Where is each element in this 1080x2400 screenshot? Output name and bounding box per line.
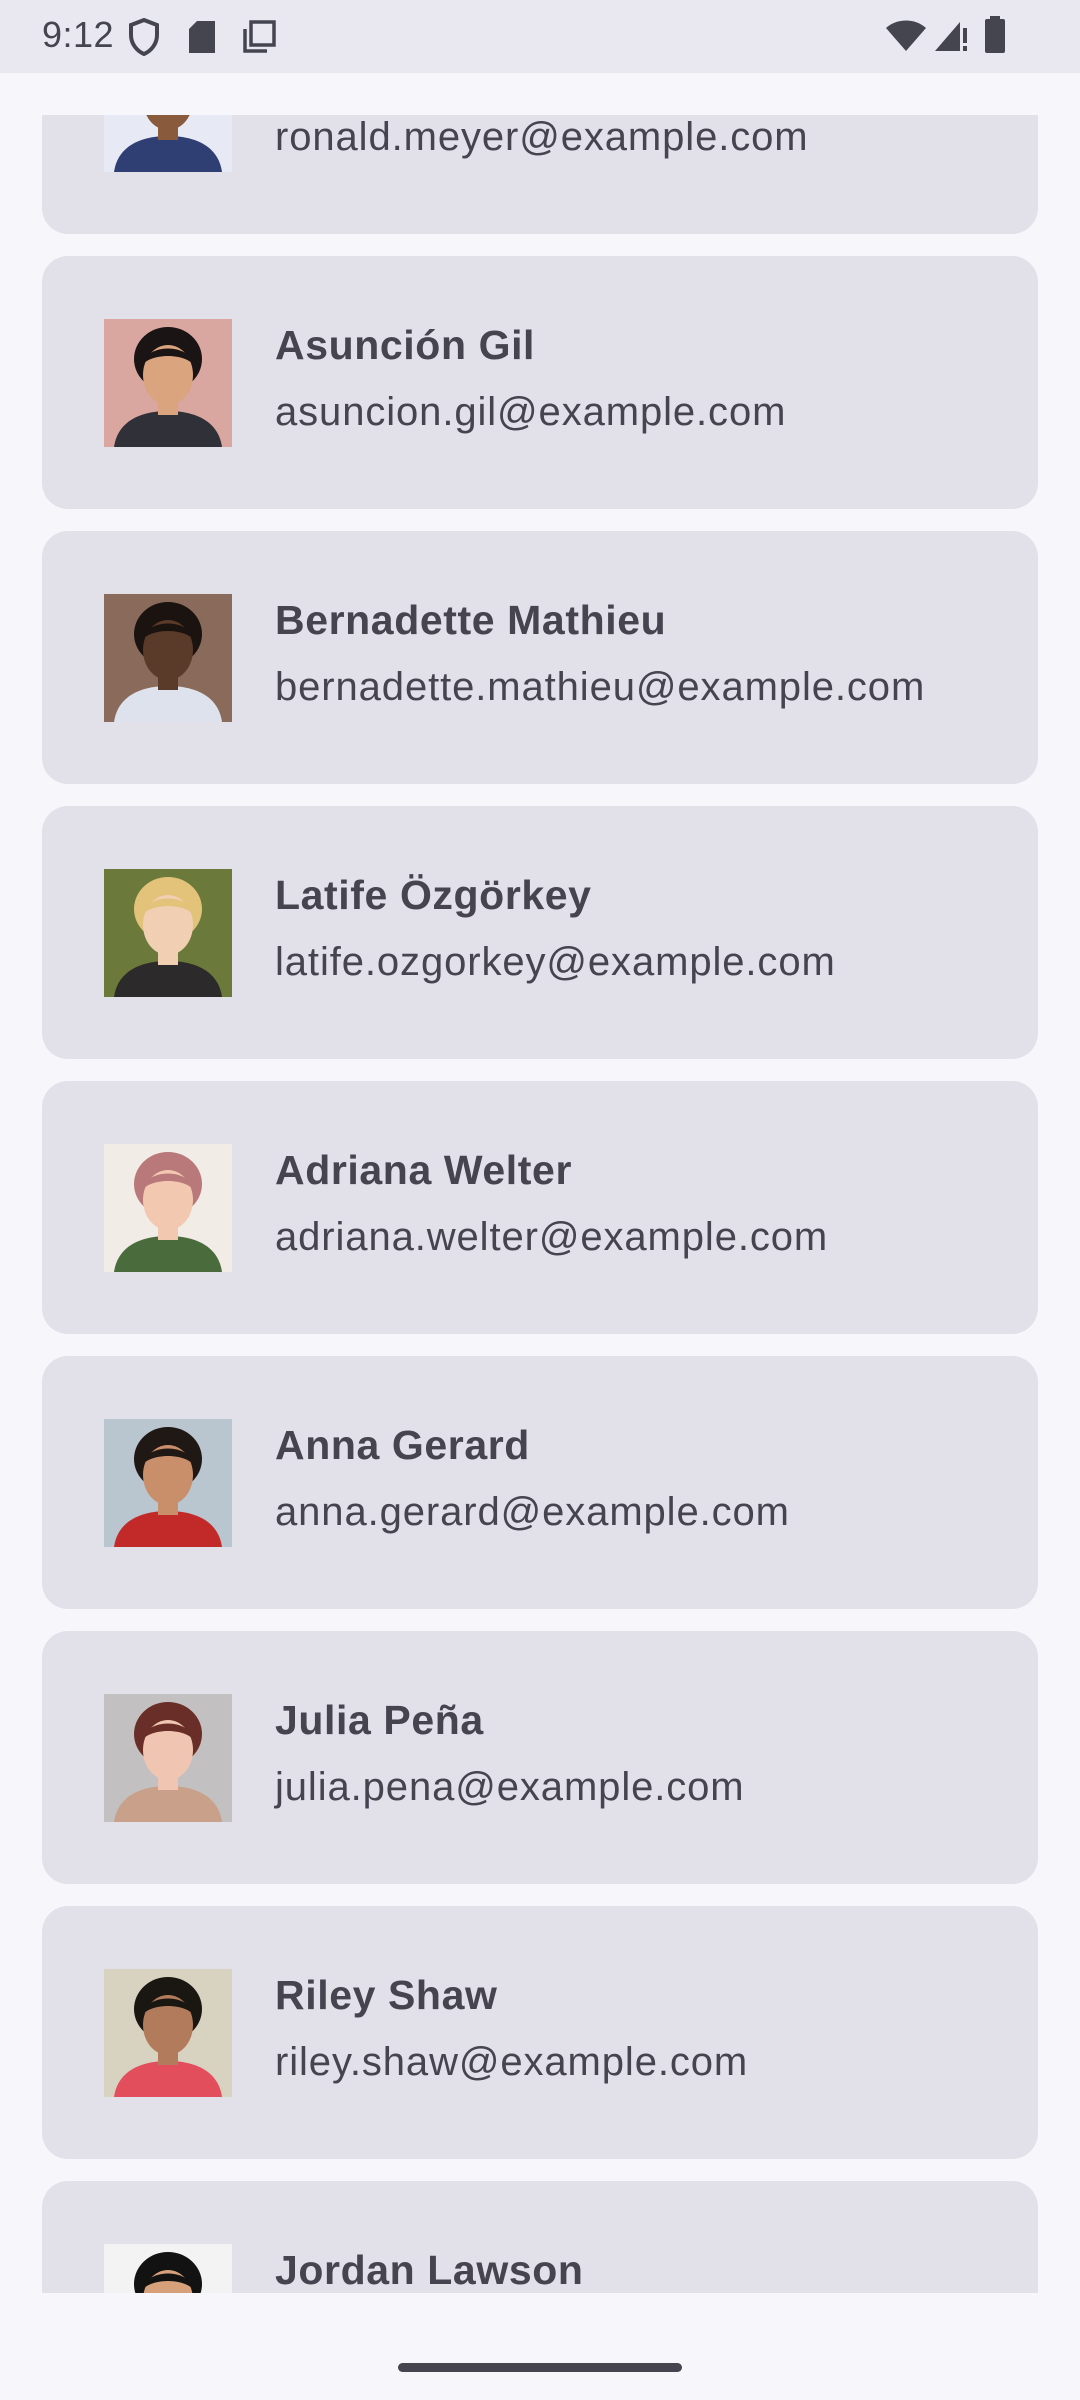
contact-name: Jordan Lawson bbox=[275, 2247, 584, 2293]
contact-card[interactable]: Jordan Lawson bbox=[42, 2181, 1038, 2293]
contact-email: riley.shaw@example.com bbox=[275, 2040, 749, 2084]
gesture-nav-handle[interactable] bbox=[398, 2363, 682, 2372]
battery-icon bbox=[984, 16, 1006, 59]
wifi-icon bbox=[886, 20, 926, 57]
contact-name: Julia Peña bbox=[275, 1697, 484, 1743]
avatar bbox=[104, 1969, 232, 2097]
contact-card[interactable]: Bernadette Mathieu bernadette.mathieu@exa… bbox=[42, 531, 1038, 784]
avatar bbox=[104, 115, 232, 172]
contact-card[interactable]: Adriana Welter adriana.welter@example.com bbox=[42, 1081, 1038, 1334]
contact-list[interactable]: ronald.meyer@example.com Asunción Gil asun… bbox=[0, 115, 1080, 2293]
avatar bbox=[104, 1144, 232, 1272]
contact-card[interactable]: Latife Özgörkey latife.ozgorkey@example.c… bbox=[42, 806, 1038, 1059]
contact-email: asuncion.gil@example.com bbox=[275, 390, 787, 434]
contact-email: julia.pena@example.com bbox=[275, 1765, 745, 1809]
contact-card[interactable]: Riley Shaw riley.shaw@example.com bbox=[42, 1906, 1038, 2159]
avatar bbox=[104, 319, 232, 447]
contact-card[interactable]: Asunción Gil asuncion.gil@example.com bbox=[42, 256, 1038, 509]
contact-email: bernadette.mathieu@example.com bbox=[275, 665, 926, 709]
contact-email: adriana.welter@example.com bbox=[275, 1215, 829, 1259]
avatar bbox=[104, 1419, 232, 1547]
avatar bbox=[104, 1694, 232, 1822]
sd-card-icon bbox=[188, 20, 216, 59]
status-bar: 9:12 bbox=[0, 0, 1080, 73]
contact-email: anna.gerard@example.com bbox=[275, 1490, 790, 1534]
avatar bbox=[104, 594, 232, 722]
signal-icon bbox=[934, 20, 968, 57]
avatar bbox=[104, 2244, 232, 2293]
contact-card[interactable]: Anna Gerard anna.gerard@example.com bbox=[42, 1356, 1038, 1609]
contact-name: Bernadette Mathieu bbox=[275, 597, 667, 643]
shield-icon bbox=[128, 17, 160, 61]
contact-email: ronald.meyer@example.com bbox=[275, 115, 809, 159]
screenshot-icon bbox=[242, 20, 276, 59]
contact-card[interactable]: Julia Peña julia.pena@example.com bbox=[42, 1631, 1038, 1884]
contact-name: Riley Shaw bbox=[275, 1972, 498, 2018]
contact-name: Latife Özgörkey bbox=[275, 872, 592, 918]
avatar bbox=[104, 869, 232, 997]
contact-email: latife.ozgorkey@example.com bbox=[275, 940, 836, 984]
contact-name: Asunción Gil bbox=[275, 322, 536, 368]
contact-card[interactable]: ronald.meyer@example.com bbox=[42, 115, 1038, 234]
contact-name: Adriana Welter bbox=[275, 1147, 573, 1193]
status-time: 9:12 bbox=[42, 14, 115, 55]
contact-name: Anna Gerard bbox=[275, 1422, 530, 1468]
